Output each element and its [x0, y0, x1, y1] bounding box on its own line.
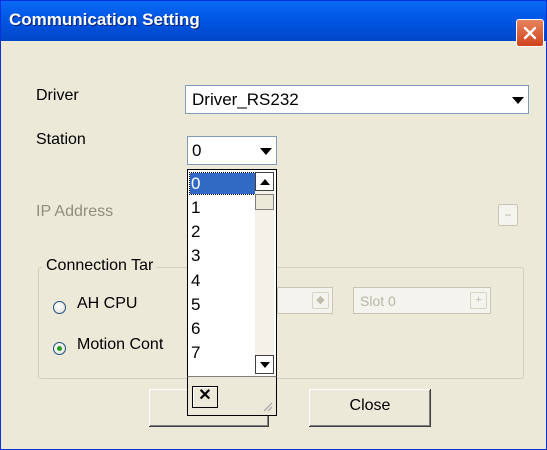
station-combobox[interactable]: 0: [187, 136, 277, 165]
station-option[interactable]: 0: [189, 172, 256, 195]
slot-spinner[interactable]: Slot 0 +: [353, 287, 491, 314]
connection-target-label: Connection Tar: [43, 257, 157, 275]
driver-label: Driver: [36, 87, 79, 104]
ah-cpu-label[interactable]: AH CPU: [77, 295, 137, 313]
clear-selection-button[interactable]: ✕: [192, 386, 218, 408]
chevron-down-icon: [512, 96, 524, 104]
close-icon: [523, 26, 537, 40]
connection-target-group: [38, 267, 524, 379]
spin-arrow-icon: +: [470, 292, 487, 309]
motion-controller-radio[interactable]: [53, 342, 66, 355]
window-title: Communication Setting: [9, 10, 200, 29]
station-option[interactable]: 3: [190, 245, 255, 266]
spin-arrow-icon: ◆: [312, 292, 329, 309]
driver-dropdown-arrow[interactable]: [508, 87, 527, 112]
ip-address-button[interactable]: −: [498, 204, 518, 226]
driver-value: Driver_RS232: [192, 90, 299, 109]
close-button[interactable]: Close: [309, 389, 431, 427]
chevron-up-icon: [260, 179, 270, 185]
station-option[interactable]: 2: [190, 221, 255, 242]
station-dropdown-arrow[interactable]: [256, 138, 275, 163]
clear-icon: ✕: [198, 387, 212, 404]
title-bar[interactable]: Communication Setting: [1, 1, 546, 41]
station-option[interactable]: 4: [190, 270, 255, 291]
ah-cpu-radio[interactable]: [53, 301, 66, 314]
dropdown-footer: ✕: [187, 376, 277, 416]
station-value: 0: [192, 141, 202, 160]
scroll-down-button[interactable]: [255, 355, 274, 374]
station-option[interactable]: 6: [190, 318, 255, 339]
close-button-label: Close: [349, 397, 391, 414]
dropdown-scrollbar[interactable]: [255, 172, 274, 374]
slot-value: Slot 0: [360, 293, 396, 309]
ip-address-label: IP Address: [36, 203, 114, 220]
station-option[interactable]: 1: [190, 197, 255, 218]
resize-grip-icon[interactable]: [261, 400, 273, 412]
scroll-up-button[interactable]: [255, 172, 274, 191]
driver-combobox[interactable]: Driver_RS232: [185, 85, 529, 114]
station-option[interactable]: 5: [190, 294, 255, 315]
motion-controller-label[interactable]: Motion Cont: [77, 336, 163, 354]
chevron-down-icon: [260, 147, 272, 155]
communication-setting-dialog: Communication Setting Driver Driver_RS23…: [0, 0, 547, 450]
station-option[interactable]: 7: [190, 342, 255, 363]
scroll-thumb[interactable]: [255, 194, 274, 210]
window-close-button[interactable]: [516, 19, 544, 47]
station-label: Station: [36, 131, 86, 148]
cpu-spinner[interactable]: ◆: [277, 287, 333, 314]
chevron-down-icon: [260, 362, 270, 368]
station-dropdown-list: 0 1 2 3 4 5 6 7: [187, 169, 277, 377]
